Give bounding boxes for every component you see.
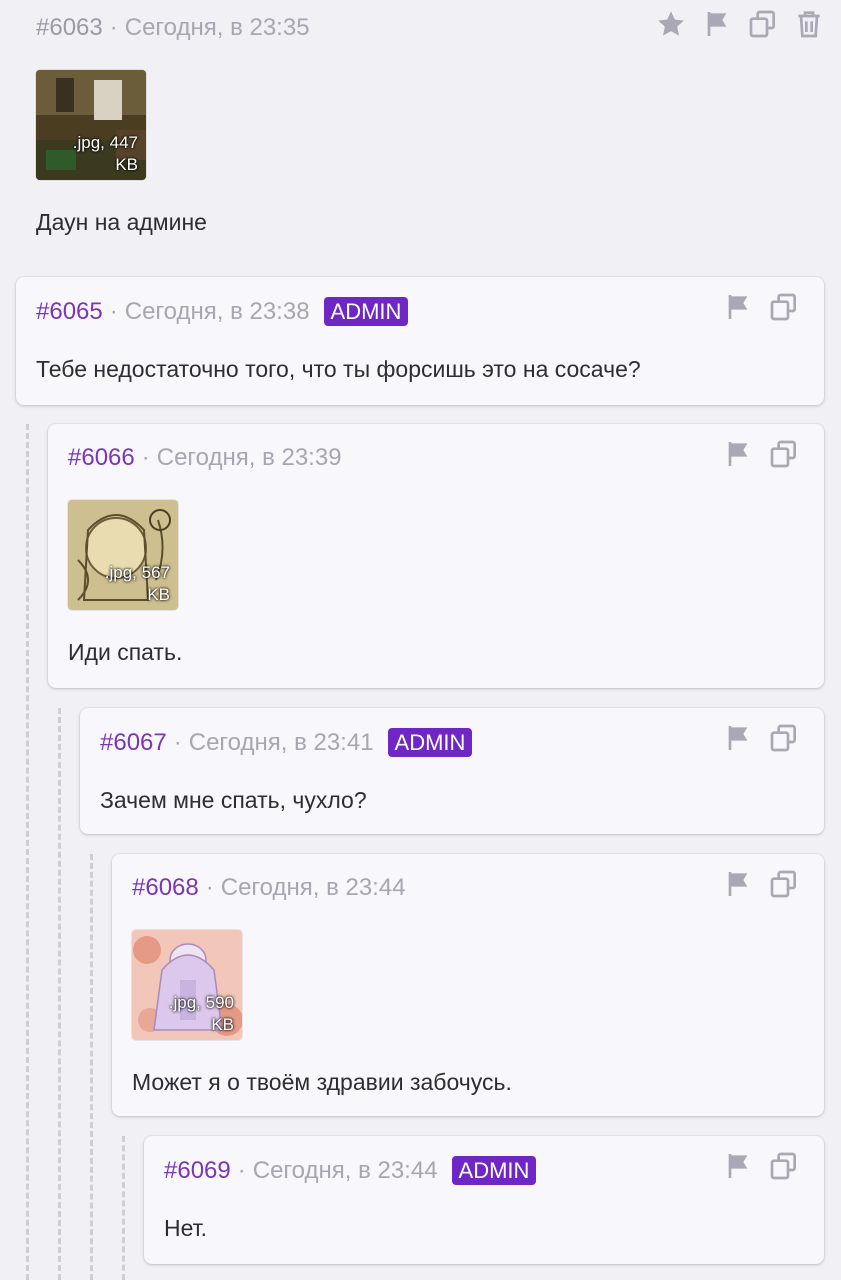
- post-text: Нет.: [164, 1215, 208, 1241]
- flag-icon[interactable]: [722, 722, 754, 754]
- trash-icon[interactable]: [793, 8, 825, 40]
- post-header: #6069 · Сегодня, в 23:44 ADMIN: [164, 1156, 537, 1185]
- post-text: Тебе недостаточно того, что ты форсишь э…: [36, 356, 641, 382]
- post-number[interactable]: #6065: [36, 298, 103, 326]
- post-number[interactable]: #6063: [36, 14, 103, 42]
- copy-icon[interactable]: [768, 868, 800, 900]
- post-text: Может я о твоём здравии забочусь.: [132, 1069, 512, 1095]
- post-actions: [722, 438, 800, 470]
- attachment-thumbnail[interactable]: .jpg, 567 KB: [68, 500, 178, 610]
- post-time: Сегодня, в 23:44: [220, 874, 406, 901]
- copy-icon[interactable]: [768, 1150, 800, 1182]
- post-6063: #6063 · Сегодня, в 23:35 .jpg, 447 KB Да…: [16, 0, 841, 254]
- post-actions: [722, 1150, 800, 1182]
- thread-line: [26, 424, 29, 1280]
- separator: ·: [141, 444, 150, 471]
- admin-badge: ADMIN: [387, 728, 473, 757]
- attachment-thumbnail[interactable]: .jpg, 447 KB: [36, 70, 146, 180]
- post-header: #6066 · Сегодня, в 23:39: [68, 444, 342, 472]
- copy-icon[interactable]: [747, 8, 779, 40]
- post-number[interactable]: #6066: [68, 444, 135, 472]
- post-time: Сегодня, в 23:44: [252, 1156, 438, 1184]
- post-6067: #6067 · Сегодня, в 23:41 ADMIN Зачем мне…: [80, 708, 824, 834]
- post-actions: [722, 868, 800, 900]
- post-number[interactable]: #6067: [100, 729, 167, 757]
- admin-badge: ADMIN: [323, 297, 409, 326]
- attachment-caption: .jpg, 567 KB: [104, 563, 170, 604]
- post-text: Зачем мне спать, чухло?: [100, 787, 367, 813]
- copy-icon[interactable]: [768, 438, 800, 470]
- attachment-caption: .jpg, 447 KB: [72, 133, 138, 174]
- post-time: Сегодня, в 23:41: [188, 728, 374, 756]
- attachment-caption: .jpg, 590 KB: [168, 993, 234, 1034]
- post-time: Сегодня, в 23:38: [124, 297, 310, 325]
- post-actions: [655, 8, 825, 40]
- separator: ·: [109, 297, 118, 325]
- flag-icon[interactable]: [722, 438, 754, 470]
- post-6068: #6068 · Сегодня, в 23:44 .jpg, 590 KB Мо…: [112, 854, 824, 1116]
- post-actions: [722, 722, 800, 754]
- post-actions: [722, 291, 800, 323]
- post-header: #6067 · Сегодня, в 23:41 ADMIN: [100, 728, 473, 757]
- flag-icon[interactable]: [722, 868, 754, 900]
- thread-line: [90, 854, 93, 1280]
- copy-icon[interactable]: [768, 722, 800, 754]
- separator: ·: [173, 728, 182, 756]
- admin-badge: ADMIN: [451, 1156, 537, 1185]
- copy-icon[interactable]: [768, 291, 800, 323]
- separator: ·: [109, 14, 118, 41]
- flag-icon[interactable]: [722, 1150, 754, 1182]
- separator: ·: [205, 874, 214, 901]
- flag-icon[interactable]: [701, 8, 733, 40]
- post-header: #6065 · Сегодня, в 23:38 ADMIN: [36, 297, 409, 326]
- post-text: Иди спать.: [68, 639, 183, 665]
- post-header: #6068 · Сегодня, в 23:44: [132, 874, 406, 902]
- post-time: Сегодня, в 23:35: [124, 14, 310, 41]
- post-header: #6063 · Сегодня, в 23:35: [36, 14, 310, 42]
- post-6069: #6069 · Сегодня, в 23:44 ADMIN Нет.: [144, 1136, 824, 1264]
- post-6066: #6066 · Сегодня, в 23:39 .jpg, 567 KB Ид…: [48, 424, 824, 688]
- post-text: Даун на админе: [36, 209, 207, 235]
- thread-line: [58, 708, 61, 1280]
- attachment-thumbnail[interactable]: .jpg, 590 KB: [132, 930, 242, 1040]
- flag-icon[interactable]: [722, 291, 754, 323]
- separator: ·: [237, 1156, 246, 1184]
- thread-line: [122, 1136, 125, 1280]
- post-6065: #6065 · Сегодня, в 23:38 ADMIN Тебе недо…: [16, 277, 824, 405]
- post-number[interactable]: #6068: [132, 874, 199, 902]
- post-time: Сегодня, в 23:39: [156, 444, 342, 471]
- post-number[interactable]: #6069: [164, 1157, 231, 1185]
- star-icon[interactable]: [655, 8, 687, 40]
